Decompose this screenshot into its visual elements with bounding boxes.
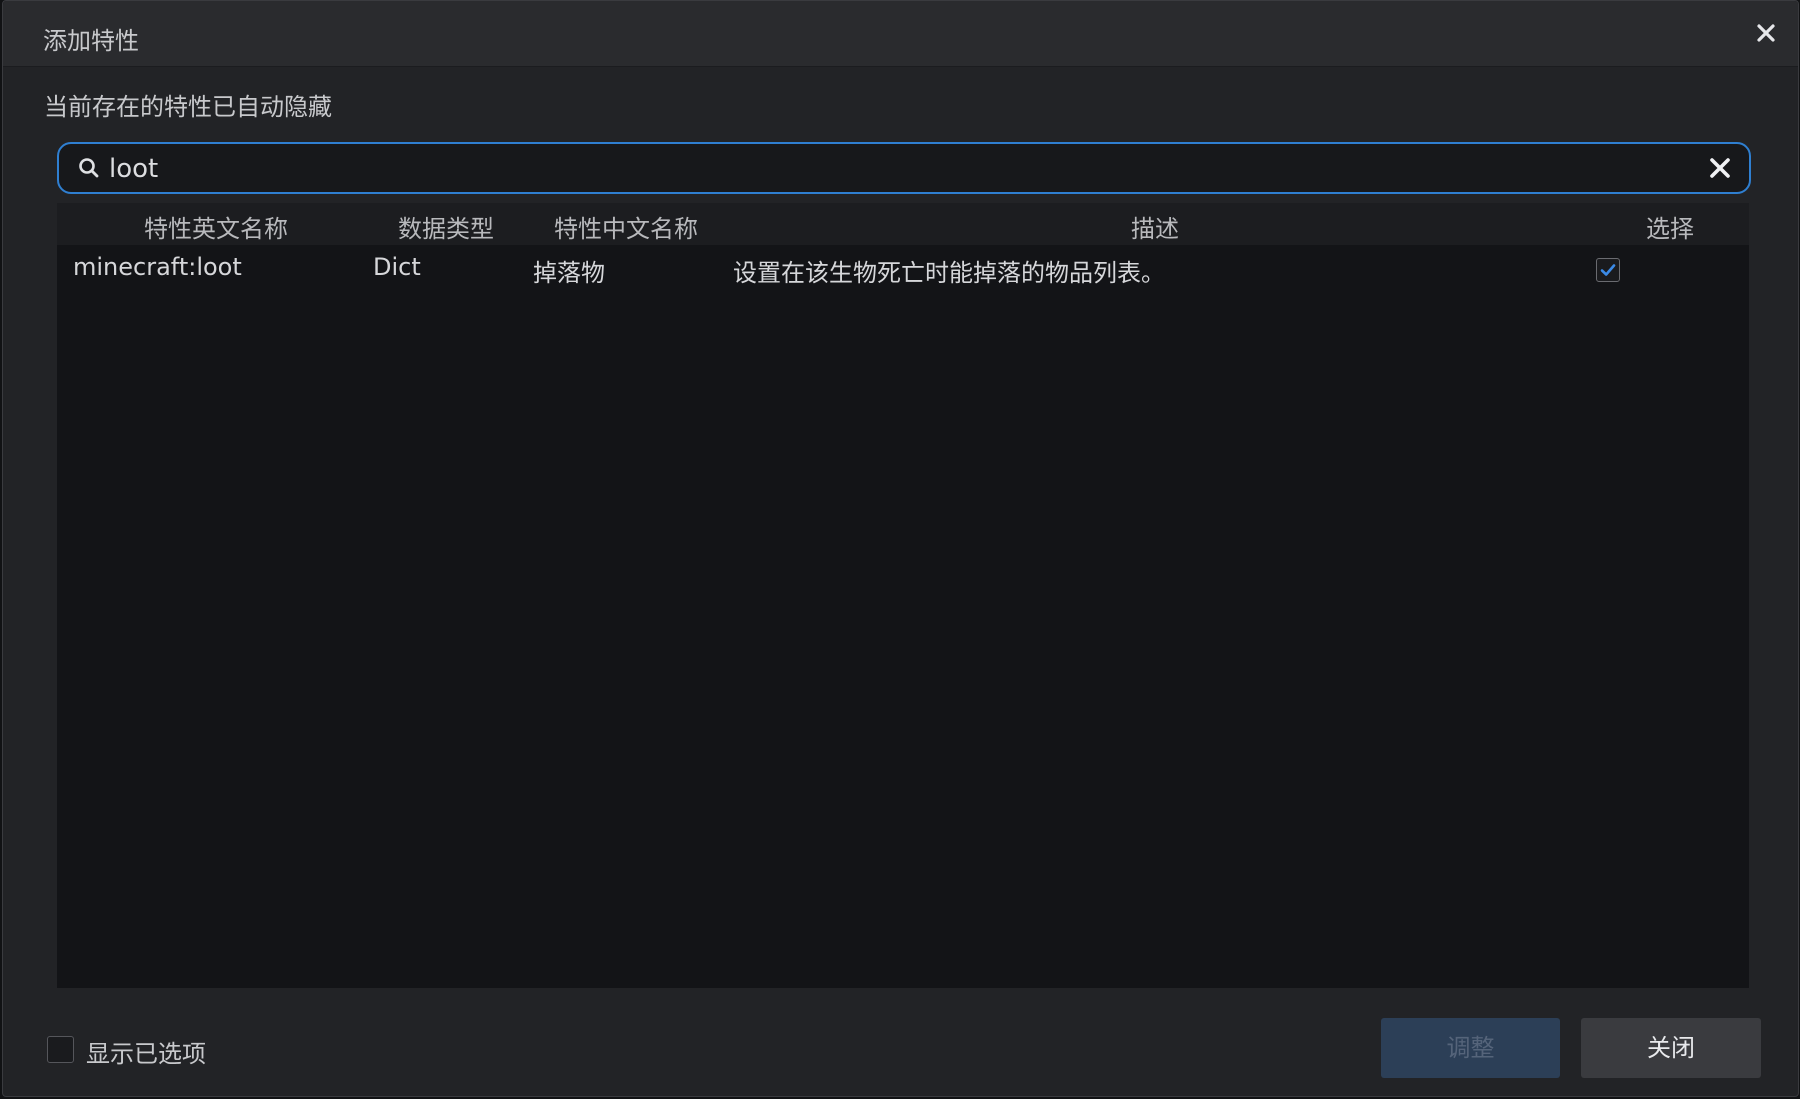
cell-description: 设置在该生物死亡时能掉落的物品列表。 xyxy=(733,259,1165,287)
close-icon[interactable] xyxy=(1752,19,1780,47)
search-input[interactable]: loot xyxy=(57,142,1751,194)
show-selected-checkbox[interactable] xyxy=(47,1036,74,1063)
column-header-description: 描述 xyxy=(1131,215,1179,243)
dialog-title: 添加特性 xyxy=(43,27,139,55)
table-header: 特性英文名称 数据类型 特性中文名称 描述 选择 xyxy=(57,203,1749,245)
search-input-value[interactable]: loot xyxy=(109,154,158,184)
row-select-checkbox[interactable] xyxy=(1596,258,1620,282)
clear-icon[interactable] xyxy=(1707,155,1733,181)
show-selected-label[interactable]: 显示已选项 xyxy=(86,1034,206,1069)
column-header-chinese-name: 特性中文名称 xyxy=(554,215,698,243)
search-icon xyxy=(77,156,101,180)
column-header-select: 选择 xyxy=(1646,215,1694,243)
adjust-button[interactable]: 调整 xyxy=(1381,1018,1560,1078)
cell-data-type: Dict xyxy=(373,253,421,281)
auto-hidden-hint: 当前存在的特性已自动隐藏 xyxy=(44,93,332,121)
add-attribute-dialog: 添加特性 当前存在的特性已自动隐藏 loot 特性英文名称 数据类型 特性中文名… xyxy=(2,0,1799,1097)
checkmark-icon xyxy=(1600,264,1616,276)
attribute-table: 特性英文名称 数据类型 特性中文名称 描述 选择 minecraft:loot … xyxy=(57,203,1749,988)
close-button[interactable]: 关闭 xyxy=(1581,1018,1761,1078)
cell-english-name: minecraft:loot xyxy=(73,253,242,281)
cell-chinese-name: 掉落物 xyxy=(533,259,605,287)
dialog-titlebar: 添加特性 xyxy=(3,1,1798,67)
table-row[interactable]: minecraft:loot Dict 掉落物 设置在该生物死亡时能掉落的物品列… xyxy=(57,245,1749,295)
column-header-data-type: 数据类型 xyxy=(398,215,494,243)
column-header-english-name: 特性英文名称 xyxy=(144,215,288,243)
